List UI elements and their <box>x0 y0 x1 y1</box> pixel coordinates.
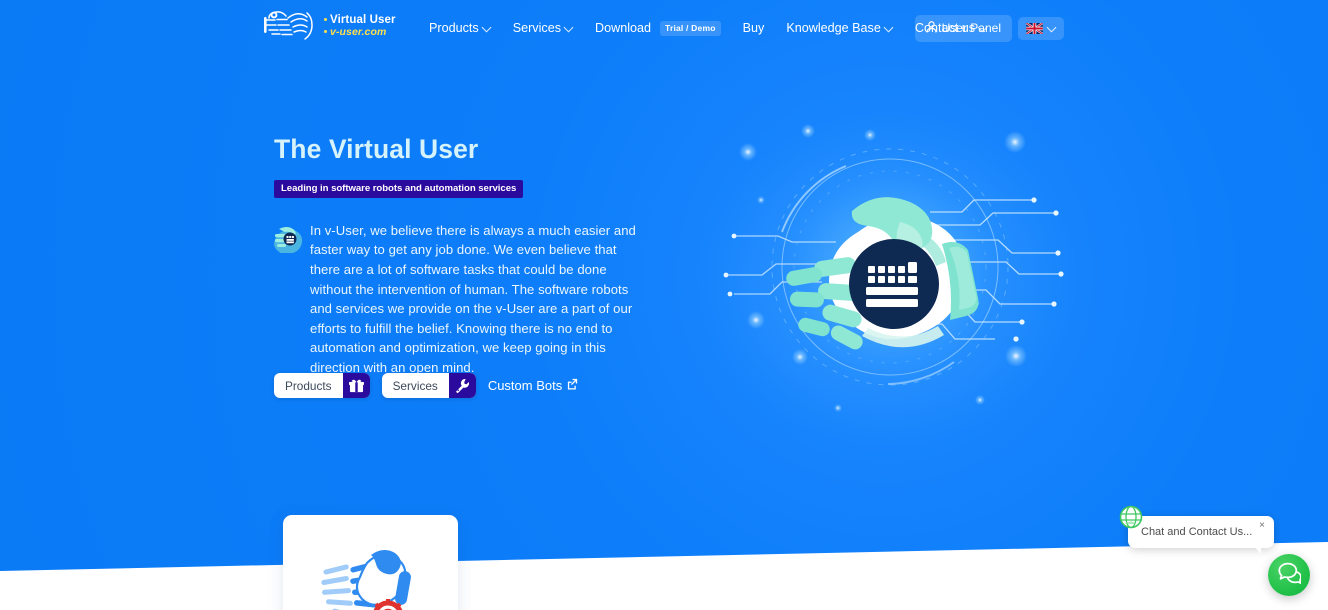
user-panel-button[interactable]: User Panel <box>914 14 1012 42</box>
navbar: Virtual User v-user.com Products Service… <box>0 0 1328 56</box>
feature-card[interactable] <box>283 515 458 610</box>
hero-tagline-badge: Leading in software robots and automatio… <box>274 179 524 198</box>
hero-content: The Virtual User Leading in software rob… <box>274 134 674 378</box>
services-button-label: Services <box>392 378 438 393</box>
chevron-down-icon <box>565 23 573 31</box>
uk-flag-icon <box>1026 22 1043 34</box>
services-button[interactable]: Services <box>381 373 476 398</box>
nav-item-download[interactable]: Download Trial / Demo <box>584 0 732 56</box>
custom-bots-link[interactable]: Custom Bots <box>488 378 578 393</box>
page-title: The Virtual User <box>274 134 479 164</box>
nav-label: Knowledge Base <box>786 21 881 35</box>
main-navigation: Products Services Download Trial / Demo … <box>418 0 998 56</box>
products-button-label: Products <box>285 378 332 393</box>
logo-text: Virtual User v-user.com <box>324 13 396 39</box>
navbar-right: User Panel <box>914 0 1064 56</box>
products-button[interactable]: Products <box>274 373 370 398</box>
agent-avatar-icon <box>1119 505 1143 529</box>
hero-body: In v-User, we believe there is always a … <box>274 221 674 378</box>
hero-actions: Products Services Custom Bots <box>274 373 578 398</box>
chevron-down-icon <box>885 23 893 31</box>
chevron-down-icon <box>483 23 491 31</box>
robot-hand-logo-icon <box>264 9 320 43</box>
gift-box-icon <box>342 373 370 398</box>
user-panel-label: User Panel <box>941 21 1001 35</box>
robot-hand-icon <box>274 221 310 378</box>
site-logo[interactable]: Virtual User v-user.com <box>264 9 396 43</box>
nav-item-buy[interactable]: Buy <box>732 0 776 56</box>
robot-hand-gear-icon <box>317 541 425 610</box>
chat-widget: Chat and Contact Us... × <box>1108 500 1328 610</box>
chat-tooltip-text: Chat and Contact Us... <box>1141 526 1253 538</box>
trial-demo-badge: Trial / Demo <box>660 20 721 36</box>
hero-paragraph: In v-User, we believe there is always a … <box>310 222 636 375</box>
external-link-icon <box>566 378 578 393</box>
chat-tooltip[interactable]: Chat and Contact Us... × <box>1128 516 1274 554</box>
custom-bots-label: Custom Bots <box>487 378 563 393</box>
wrench-icon <box>448 373 476 398</box>
nav-label: Download <box>595 21 652 35</box>
language-selector[interactable] <box>1018 16 1064 40</box>
nav-label: Services <box>512 21 561 35</box>
nav-item-services[interactable]: Services <box>502 0 584 56</box>
robot-hand-keyboard-illustration <box>723 124 1064 412</box>
chevron-down-icon <box>1048 23 1056 31</box>
logo-domain: v-user.com <box>324 26 396 39</box>
hero-illustration <box>718 112 1068 432</box>
nav-label: Buy <box>742 21 765 35</box>
nav-item-knowledge-base[interactable]: Knowledge Base <box>775 0 904 56</box>
close-icon[interactable]: × <box>1256 519 1268 533</box>
user-icon <box>926 20 937 36</box>
chat-fab-button[interactable] <box>1268 554 1310 596</box>
chat-bubbles-icon <box>1277 561 1302 590</box>
nav-item-products[interactable]: Products <box>418 0 502 56</box>
nav-label: Products <box>429 21 479 35</box>
